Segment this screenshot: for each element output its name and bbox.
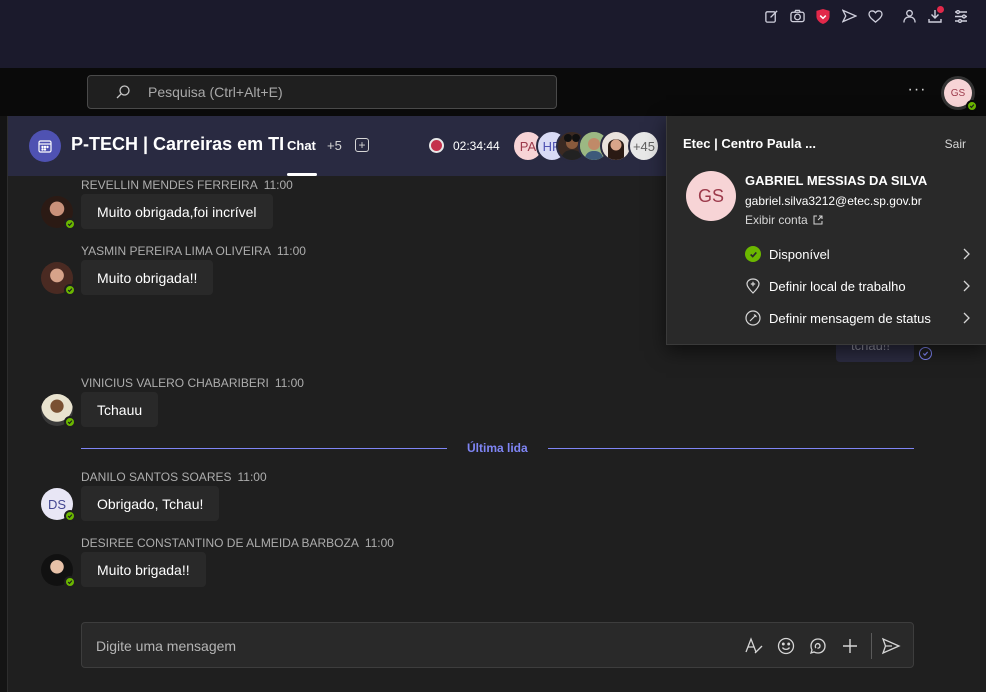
last-read-divider-right [548, 448, 914, 449]
last-read-divider-left [81, 448, 447, 449]
external-link-icon [813, 215, 823, 225]
message-time: 11:00 [237, 470, 267, 484]
author-name: DESIREE CONSTANTINO DE ALMEIDA BARBOZA [81, 536, 359, 550]
available-status-icon [64, 510, 76, 522]
send-icon[interactable] [836, 6, 862, 26]
available-status-icon [64, 576, 76, 588]
edit-icon[interactable] [758, 6, 784, 26]
author-name: YASMIN PEREIRA LIMA OLIVEIRA [81, 244, 271, 258]
browser-icon-group [758, 6, 974, 26]
status-available-label: Disponível [769, 246, 830, 262]
author-name: REVELLIN MENDES FERREIRA [81, 178, 258, 192]
left-rail [0, 116, 8, 692]
message-author: DANILO SANTOS SOARES 11:00 [81, 470, 267, 484]
chevron-right-icon [961, 248, 971, 260]
read-receipt-icon [919, 347, 932, 360]
more-options-button[interactable]: ··· [906, 82, 928, 102]
message-bubble[interactable]: Muito obrigada,foi incrível [81, 194, 273, 229]
message-author: YASMIN PEREIRA LIMA OLIVEIRA 11:00 [81, 244, 306, 258]
download-icon[interactable] [922, 6, 948, 26]
status-message-icon [745, 310, 761, 326]
view-account-label: Exibir conta [745, 213, 808, 227]
account-avatar-button[interactable]: GS [941, 76, 978, 112]
add-icon[interactable] [840, 636, 860, 656]
tab-more-button[interactable]: +5 [327, 138, 342, 153]
chevron-right-icon [961, 312, 971, 324]
menu-icon[interactable] [948, 6, 974, 26]
teams-title-bar: Pesquisa (Ctrl+Alt+E) ··· GS [0, 68, 986, 116]
avatar[interactable] [41, 196, 76, 230]
calendar-icon [29, 130, 61, 162]
format-icon[interactable] [744, 636, 764, 656]
message-time: 11:00 [274, 376, 304, 390]
shield-icon[interactable] [810, 6, 836, 26]
available-status-icon [745, 246, 761, 262]
profile-icon[interactable] [896, 6, 922, 26]
available-status-icon [64, 284, 76, 296]
chevron-right-icon [961, 280, 971, 292]
participants-more-count[interactable]: +45 [628, 130, 660, 162]
camera-icon[interactable] [784, 6, 810, 26]
avatar[interactable] [41, 394, 76, 428]
view-account-link[interactable]: Exibir conta [745, 213, 823, 227]
notification-dot [937, 6, 944, 13]
message-author: REVELLIN MENDES FERREIRA 11:00 [81, 178, 293, 192]
work-location-label: Definir local de trabalho [769, 278, 906, 294]
emoji-icon[interactable] [776, 636, 796, 656]
search-input[interactable]: Pesquisa (Ctrl+Alt+E) [87, 75, 557, 109]
tab-chat[interactable]: Chat [287, 138, 316, 153]
browser-toolbar [0, 0, 986, 68]
message-bubble[interactable]: Muito obrigada!! [81, 260, 214, 295]
location-icon [745, 278, 761, 294]
message-time: 11:00 [276, 244, 306, 258]
avatar-initials: DS [47, 496, 67, 512]
organization-name: Etec | Centro Paula ... [683, 136, 816, 151]
avatar[interactable]: DS [41, 488, 76, 522]
status-message-row[interactable]: Definir mensagem de status [745, 307, 971, 329]
active-tab-indicator [287, 173, 317, 176]
add-tab-button[interactable]: + [355, 138, 369, 152]
message-time: 11:00 [364, 536, 394, 550]
message-composer[interactable]: Digite uma mensagem [81, 622, 914, 668]
recording-icon [429, 138, 444, 153]
profile-panel: Etec | Centro Paula ... Sair GS GABRIEL … [666, 116, 986, 345]
status-message-label: Definir mensagem de status [769, 310, 931, 326]
loop-icon[interactable] [808, 636, 828, 656]
send-message-icon[interactable] [881, 636, 901, 656]
available-status-icon [966, 100, 978, 112]
sign-out-link[interactable]: Sair [945, 137, 966, 151]
message-time: 11:00 [263, 178, 293, 192]
message-bubble[interactable]: Tchauu [81, 392, 159, 427]
meeting-title: P-TECH | Carreiras em TI [71, 134, 285, 154]
status-available-row[interactable]: Disponível [745, 243, 971, 265]
heart-icon[interactable] [862, 6, 888, 26]
search-icon [116, 85, 130, 99]
message-author: DESIREE CONSTANTINO DE ALMEIDA BARBOZA 11… [81, 536, 394, 550]
author-name: VINICIUS VALERO CHABARIBERI [81, 376, 269, 390]
message-bubble[interactable]: Muito brigada!! [81, 552, 206, 587]
composer-placeholder: Digite uma mensagem [96, 638, 237, 654]
available-status-icon [64, 218, 76, 230]
avatar[interactable] [41, 262, 76, 296]
author-name: DANILO SANTOS SOARES [81, 470, 232, 484]
composer-separator [871, 633, 872, 659]
profile-avatar[interactable]: GS [686, 171, 736, 221]
profile-user-email: gabriel.silva3212@etec.sp.gov.br [745, 194, 922, 208]
search-placeholder: Pesquisa (Ctrl+Alt+E) [148, 84, 283, 100]
work-location-row[interactable]: Definir local de trabalho [745, 275, 971, 297]
recording-time: 02:34:44 [453, 139, 500, 153]
message-bubble[interactable]: Obrigado, Tchau! [81, 486, 220, 521]
last-read-label: Última lida [467, 441, 528, 455]
avatar[interactable] [41, 554, 76, 588]
message-author: VINICIUS VALERO CHABARIBERI 11:00 [81, 376, 304, 390]
profile-user-name: GABRIEL MESSIAS DA SILVA [745, 173, 928, 188]
available-status-icon [64, 416, 76, 428]
